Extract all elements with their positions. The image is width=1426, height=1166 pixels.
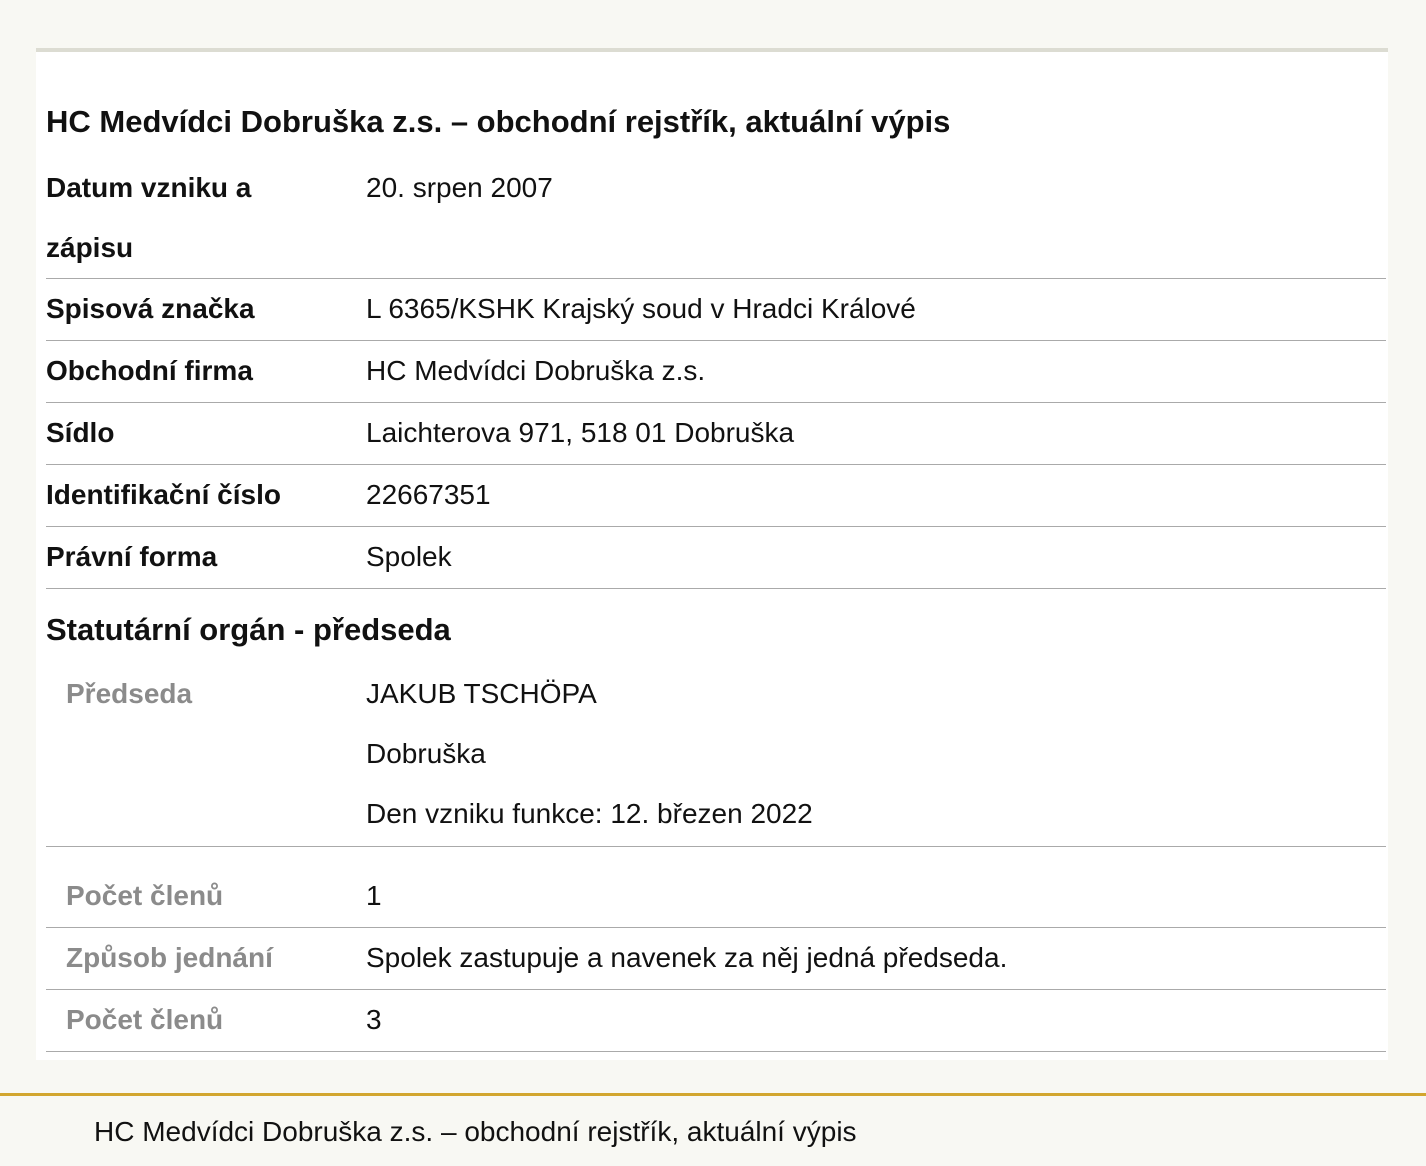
chairman-row: Předseda JAKUB TSCHÖPA Dobruška Den vzni… [46, 664, 1386, 847]
detail-row-date: Datum vzniku a zápisu 20. srpen 2007 [46, 158, 1386, 279]
detail-row-file-number: Spisová značka L 6365/KSHK Krajský soud … [46, 279, 1386, 341]
detail-value: Laichterova 971, 518 01 Dobruška [366, 417, 795, 448]
detail-row-address: Sídlo Laichterova 971, 518 01 Dobruška [46, 403, 1386, 465]
company-record-card: HC Medvídci Dobruška z.s. – obchodní rej… [36, 48, 1388, 1060]
statutory-row-representation: Způsob jednání Spolek zastupuje a navene… [46, 928, 1386, 990]
detail-value: Spolek [366, 541, 452, 572]
detail-row-company-name: Obchodní firma HC Medvídci Dobruška z.s. [46, 341, 1386, 403]
statutory-value: Spolek zastupuje a navenek za něj jedná … [366, 942, 1008, 973]
footer-text: HC Medvídci Dobruška z.s. – obchodní rej… [94, 1116, 857, 1147]
detail-label: Spisová značka [46, 293, 255, 324]
chairman-label: Předseda [66, 678, 193, 709]
detail-label: Identifikační číslo [46, 479, 281, 510]
statutory-label: Způsob jednání [66, 942, 273, 973]
detail-label: Právní forma [46, 541, 218, 572]
chairman-name-link[interactable]: JAKUB TSCHÖPA [366, 664, 597, 724]
detail-value: L 6365/KSHK Krajský soud v Hradci Králov… [366, 293, 916, 324]
statutory-label: Počet členů [66, 880, 224, 911]
statutory-row-member-count: Počet členů 3 [46, 990, 1386, 1052]
detail-row-legal-form: Právní forma Spolek [46, 527, 1386, 589]
detail-label: Datum vzniku a zápisu [46, 172, 252, 263]
statutory-section-title: Statutární orgán - předseda [46, 612, 451, 647]
statutory-row-members: Počet členů 1 [46, 866, 1386, 928]
detail-value: 20. srpen 2007 [366, 172, 553, 203]
statutory-label: Počet členů [66, 1004, 224, 1035]
statutory-value: 1 [366, 880, 382, 911]
detail-label: Obchodní firma [46, 355, 253, 386]
detail-value: 22667351 [366, 479, 491, 510]
detail-label: Sídlo [46, 417, 115, 448]
detail-value: HC Medvídci Dobruška z.s. [366, 355, 706, 386]
page-title: HC Medvídci Dobruška z.s. – obchodní rej… [46, 104, 951, 139]
statutory-value: 3 [366, 1004, 382, 1035]
chairman-city: Dobruška [366, 738, 486, 769]
chairman-since: Den vzniku funkce: 12. březen 2022 [366, 798, 813, 829]
detail-row-identification-number: Identifikační číslo 22667351 [46, 465, 1386, 527]
page-footer: HC Medvídci Dobruška z.s. – obchodní rej… [0, 1093, 1426, 1166]
